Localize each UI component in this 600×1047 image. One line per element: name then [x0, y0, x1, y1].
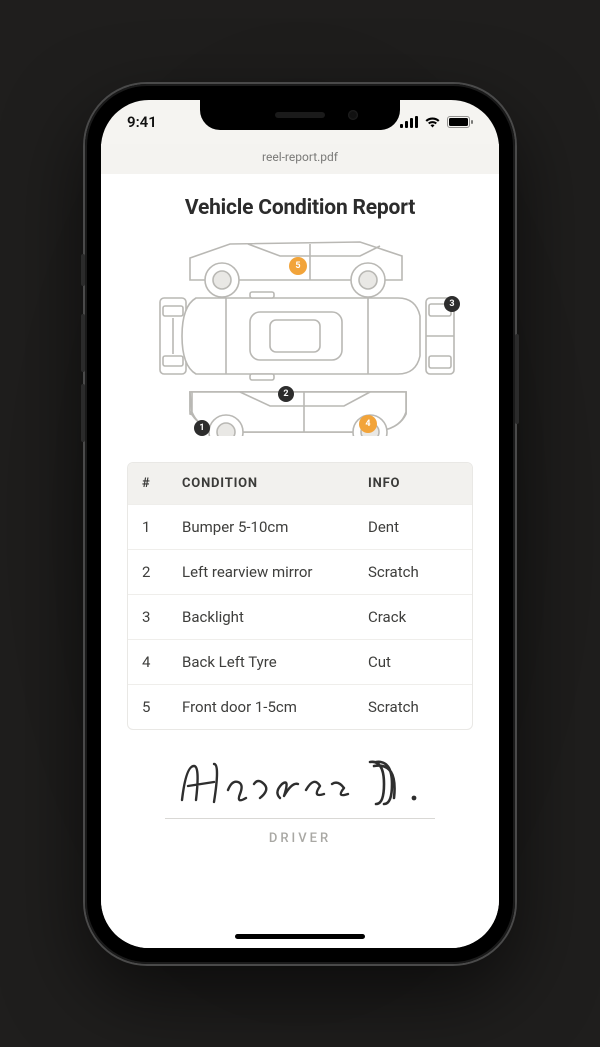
volume-up-button [81, 314, 85, 372]
table-row: 1 Bumper 5-10cm Dent [128, 505, 472, 550]
document-viewer[interactable]: reel-report.pdf Vehicle Condition Report [101, 144, 499, 948]
volume-down-button [81, 384, 85, 442]
table-row: 3 Backlight Crack [128, 595, 472, 640]
cell-condition: Front door 1-5cm [182, 698, 368, 716]
table-row: 5 Front door 1-5cm Scratch [128, 685, 472, 729]
status-indicators [400, 116, 473, 128]
wifi-icon [424, 116, 441, 128]
car-top-down [182, 292, 420, 380]
marker-4-label: 4 [365, 419, 370, 429]
col-header-condition: CONDITION [182, 476, 368, 491]
signature-block: DRIVER [127, 754, 473, 846]
cell-num: 1 [142, 518, 182, 536]
cell-condition: Left rearview mirror [182, 563, 368, 581]
signature-graphic [127, 754, 473, 816]
table-header-row: # CONDITION INFO [128, 463, 472, 505]
report-title: Vehicle Condition Report [127, 196, 473, 220]
report-page: Vehicle Condition Report [101, 174, 499, 866]
cellular-icon [400, 116, 418, 128]
cell-num: 3 [142, 608, 182, 626]
cell-info: Cut [368, 653, 458, 671]
cell-info: Crack [368, 608, 458, 626]
vehicle-diagram: 1 2 3 4 5 [127, 236, 473, 436]
cell-num: 4 [142, 653, 182, 671]
cell-num: 2 [142, 563, 182, 581]
cell-info: Scratch [368, 698, 458, 716]
table-row: 2 Left rearview mirror Scratch [128, 550, 472, 595]
marker-3-label: 3 [449, 299, 454, 309]
col-header-num: # [142, 476, 182, 491]
notch [200, 100, 400, 130]
cell-info: Dent [368, 518, 458, 536]
table-row: 4 Back Left Tyre Cut [128, 640, 472, 685]
cell-condition: Backlight [182, 608, 368, 626]
power-button [515, 334, 519, 424]
status-time: 9:41 [127, 113, 157, 131]
marker-2-label: 2 [283, 389, 288, 399]
col-header-info: INFO [368, 476, 458, 491]
file-name-label: reel-report.pdf [101, 144, 499, 174]
speaker-grille [275, 112, 325, 118]
marker-1-label: 1 [199, 423, 204, 433]
home-indicator[interactable] [235, 934, 365, 939]
condition-table: # CONDITION INFO 1 Bumper 5-10cm Dent 2 … [127, 462, 473, 730]
phone-frame: 9:41 [85, 84, 515, 964]
mute-switch [81, 254, 85, 286]
signature-role: DRIVER [127, 831, 473, 846]
cell-condition: Bumper 5-10cm [182, 518, 368, 536]
front-camera [348, 110, 358, 120]
phone-screen: 9:41 [101, 100, 499, 948]
marker-5-label: 5 [295, 261, 300, 271]
cell-info: Scratch [368, 563, 458, 581]
signature-line [165, 818, 435, 819]
battery-icon [447, 116, 473, 128]
cell-condition: Back Left Tyre [182, 653, 368, 671]
cell-num: 5 [142, 698, 182, 716]
